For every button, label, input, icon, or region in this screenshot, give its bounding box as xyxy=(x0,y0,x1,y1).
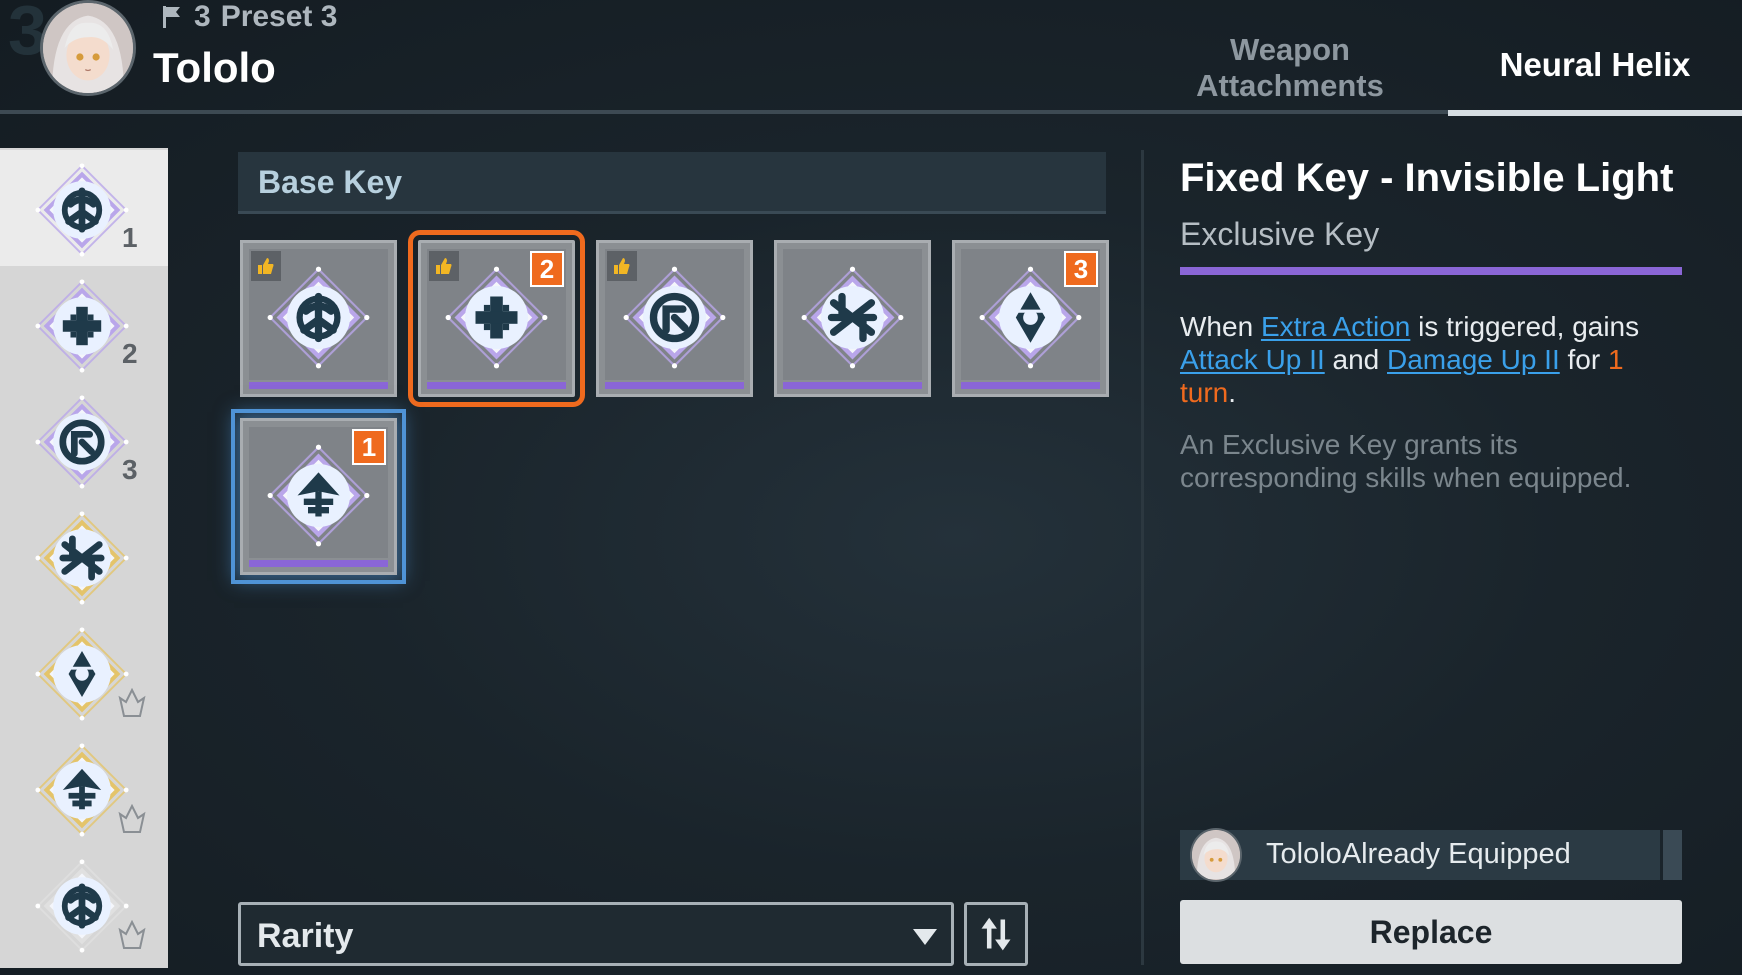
slot-number: 1 xyxy=(122,222,138,253)
helix-key-icon xyxy=(35,627,129,721)
helix-key-icon xyxy=(801,266,904,369)
keyword-damage-up[interactable]: Damage Up II xyxy=(1387,344,1560,375)
turn-count: 1 xyxy=(1607,344,1624,375)
active-tab-indicator xyxy=(1448,110,1742,116)
desc-text: . xyxy=(1228,377,1237,408)
thumbs-up-icon xyxy=(251,251,281,281)
equipped-slot-badge: 3 xyxy=(1064,251,1098,287)
lock-icon xyxy=(34,742,130,838)
sidebar-key-slot[interactable]: 1 xyxy=(0,150,168,266)
sort-dropdown-value: Rarity xyxy=(257,917,354,955)
helix-key-slot-icon xyxy=(34,278,130,374)
helix-key-icon xyxy=(35,163,129,257)
key-card[interactable] xyxy=(774,240,931,397)
helix-key-slot-icon xyxy=(34,510,130,606)
thumbs-up-icon xyxy=(429,251,459,281)
desc-text: is triggered, gains xyxy=(1410,311,1640,342)
strip-end-cap xyxy=(1660,830,1682,880)
preset-number: 3 xyxy=(194,0,211,33)
rarity-bar xyxy=(1180,267,1682,275)
lock-icon xyxy=(34,626,130,722)
key-description: When Extra Action is triggered, gains At… xyxy=(1180,310,1700,409)
helix-key-slot-icon xyxy=(34,394,130,490)
helix-key-icon xyxy=(35,743,129,837)
key-card[interactable]: 3 xyxy=(952,240,1109,397)
rarity-bar xyxy=(783,382,922,389)
preset-label: Preset 3 xyxy=(220,0,338,33)
equipped-slot-badge: 2 xyxy=(530,251,564,287)
key-detail-title: Fixed Key - Invisible Light xyxy=(1180,156,1674,200)
thumbs-up-icon xyxy=(607,251,637,281)
sort-order-icon xyxy=(981,917,1011,951)
sidebar-key-slot[interactable] xyxy=(0,498,168,614)
slot-number: 2 xyxy=(122,338,138,369)
desc-text: and xyxy=(1324,344,1387,375)
rarity-bar xyxy=(427,382,566,389)
equipped-text: TololoAlready Equipped xyxy=(1266,838,1571,870)
helix-key-icon xyxy=(623,266,726,369)
replace-button[interactable]: Replace xyxy=(1180,900,1682,964)
sidebar-key-slot[interactable] xyxy=(0,730,168,846)
rarity-bar xyxy=(605,382,744,389)
helix-key-icon xyxy=(35,859,129,953)
helix-key-icon xyxy=(35,511,129,605)
key-card[interactable]: 1 xyxy=(231,409,406,584)
sidebar-key-slot[interactable]: 3 xyxy=(0,382,168,498)
sidebar-key-slot[interactable]: 2 xyxy=(0,266,168,382)
key-card[interactable] xyxy=(596,240,753,397)
key-card[interactable]: 2 xyxy=(408,230,585,407)
panel-divider xyxy=(1141,150,1144,965)
desc-text: for xyxy=(1559,344,1608,375)
rarity-bar xyxy=(249,560,388,567)
helix-key-icon xyxy=(35,279,129,373)
chevron-down-icon xyxy=(913,929,937,945)
helix-key-slot-icon xyxy=(34,162,130,258)
desc-text: When xyxy=(1180,311,1261,342)
helix-key-icon xyxy=(35,395,129,489)
equipped-slot-badge: 1 xyxy=(352,429,386,465)
tab-weapon-attachments[interactable]: Weapon Attachments xyxy=(1180,32,1400,104)
key-card[interactable] xyxy=(240,240,397,397)
keyword-extra-action[interactable]: Extra Action xyxy=(1261,311,1410,342)
flag-icon xyxy=(163,6,180,28)
sidebar-key-slot[interactable] xyxy=(0,614,168,730)
sidebar-key-slot[interactable] xyxy=(0,846,168,962)
equipped-status: TololoAlready Equipped xyxy=(1180,828,1682,882)
locked-slot-icon xyxy=(118,688,146,717)
lock-icon xyxy=(34,858,130,954)
sort-order-button[interactable] xyxy=(964,902,1028,966)
slot-number: 3 xyxy=(122,454,138,485)
key-slot-sidebar: 1 2 3 xyxy=(0,148,168,968)
keyword-attack-up[interactable]: Attack Up II xyxy=(1180,344,1325,375)
section-title: Base Key xyxy=(258,164,403,200)
sort-dropdown[interactable]: Rarity xyxy=(238,902,954,966)
character-name: Tololo xyxy=(153,44,276,91)
turn-unit: turn xyxy=(1180,377,1229,408)
locked-slot-icon xyxy=(118,920,146,949)
key-note: An Exclusive Key grants its correspondin… xyxy=(1180,429,1632,493)
tab-neural-helix[interactable]: Neural Helix xyxy=(1448,46,1742,84)
equipped-avatar xyxy=(1190,828,1242,882)
character-avatar[interactable] xyxy=(40,0,136,96)
locked-slot-icon xyxy=(118,804,146,833)
helix-key-icon xyxy=(267,266,370,369)
rarity-bar xyxy=(249,382,388,389)
key-type-label: Exclusive Key xyxy=(1180,216,1380,252)
rarity-bar xyxy=(961,382,1100,389)
preset-selector[interactable]: 3 Preset 3 xyxy=(160,0,337,34)
header: 3 3 Preset 3 Tololo Weapon Attachments Ne… xyxy=(0,0,1742,116)
